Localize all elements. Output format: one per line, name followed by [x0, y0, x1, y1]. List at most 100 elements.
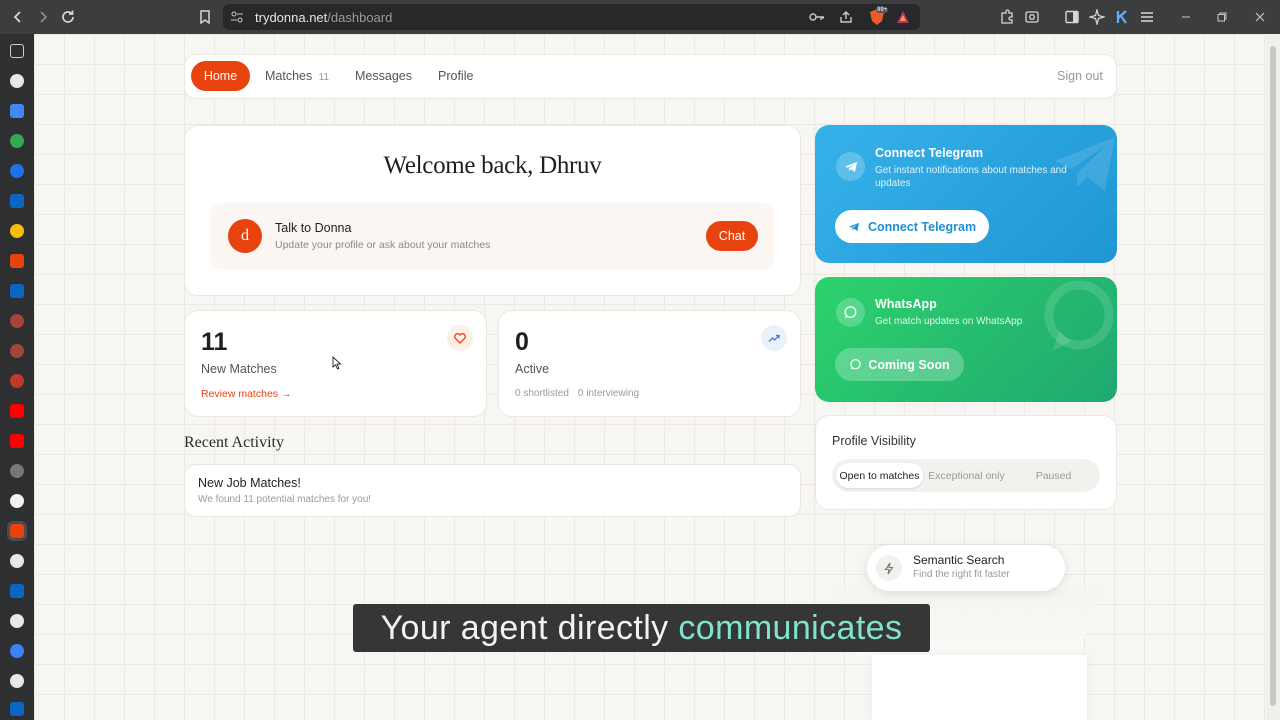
donna-icon[interactable] — [10, 254, 24, 268]
lightning-icon — [876, 555, 902, 581]
browser-toolbar: trydonna.net/dashboard 99+ — [0, 0, 1280, 34]
app-icon[interactable] — [10, 494, 24, 508]
linkedin-icon[interactable] — [10, 584, 24, 598]
activity-item[interactable] — [184, 464, 801, 517]
profile-visibility-title: Profile Visibility — [832, 434, 916, 448]
donna-avatar: d — [228, 219, 262, 253]
nav-matches-label: Matches — [265, 69, 313, 83]
recent-activity-heading: Recent Activity — [184, 434, 284, 451]
address-bar[interactable]: trydonna.net/dashboard 99+ — [223, 4, 920, 30]
url-path: /dashboard — [327, 10, 393, 25]
whatsapp-small-icon — [850, 359, 862, 370]
donna-icon[interactable] — [7, 521, 27, 541]
app-icon[interactable] — [10, 464, 24, 478]
telegram-title: Connect Telegram — [875, 146, 984, 160]
extension-k-icon[interactable] — [1114, 9, 1130, 25]
nav-profile-tab[interactable]: Profile — [438, 69, 473, 83]
active-label: Active — [515, 362, 550, 376]
brave-shield-icon[interactable]: 99+ — [868, 7, 889, 26]
talk-title: Talk to Donna — [275, 221, 352, 235]
heart-icon — [447, 325, 473, 351]
semantic-search-subtitle: Find the right fit faster — [913, 569, 1010, 580]
app-icon[interactable] — [10, 314, 24, 328]
semantic-search-title: Semantic Search — [913, 553, 1005, 567]
browser-sidebar — [0, 34, 34, 720]
telegram-icon — [836, 152, 865, 181]
youtube-icon[interactable] — [10, 404, 24, 418]
new-matches-label: New Matches — [201, 362, 277, 376]
talk-to-donna-panel[interactable] — [211, 203, 774, 269]
github-icon[interactable] — [10, 74, 24, 88]
welcome-title: Welcome back, Dhruv — [383, 152, 602, 179]
linkedin-icon[interactable] — [10, 194, 24, 208]
whatsapp-card — [815, 277, 1117, 402]
nav-matches-tab[interactable]: Matches 11 — [265, 69, 329, 83]
activity-item-subtitle: We found 11 potential matches for you! — [198, 494, 372, 505]
whatsapp-subtitle: Get match updates on WhatsApp — [875, 316, 1023, 327]
visibility-option-paused[interactable]: Paused — [1010, 463, 1097, 488]
pipeline-stats: 0 shortlisted 0 interviewing — [515, 388, 639, 399]
app-icon[interactable] — [10, 644, 24, 658]
google-drive-icon[interactable] — [10, 224, 24, 238]
restore-icon[interactable] — [1214, 9, 1230, 25]
screenshot-icon[interactable] — [1024, 9, 1040, 25]
linkedin-icon[interactable] — [10, 284, 24, 298]
nav-messages-tab[interactable]: Messages — [355, 69, 412, 83]
new-matches-count: 11 — [201, 328, 228, 356]
minimize-icon[interactable] — [1178, 9, 1194, 25]
github-icon[interactable] — [10, 554, 24, 568]
caption-highlight: communicates — [678, 609, 903, 647]
whatsapp-icon — [836, 298, 865, 327]
nav-matches-count: 11 — [318, 72, 330, 83]
sign-out-link[interactable]: Sign out — [1057, 69, 1103, 83]
activity-item-title: New Job Matches! — [198, 476, 301, 490]
share-icon[interactable] — [838, 9, 854, 25]
app-icon[interactable] — [10, 374, 24, 388]
caption-text: Your agent directly — [380, 609, 679, 647]
brave-badge: 99+ — [876, 7, 889, 13]
back-icon[interactable] — [8, 7, 28, 27]
review-matches-link[interactable]: Review matches → — [201, 388, 291, 400]
shortlisted-count: 0 shortlisted — [515, 388, 569, 399]
nav-home-tab[interactable]: Home — [191, 61, 250, 91]
coming-soon-label: Coming Soon — [868, 357, 950, 372]
chat-button[interactable]: Chat — [706, 221, 758, 251]
whatsapp-watermark-icon — [1044, 280, 1114, 351]
mouse-cursor-icon — [332, 355, 342, 375]
site-settings-icon[interactable] — [229, 9, 245, 25]
send-icon — [848, 222, 859, 231]
brave-rewards-icon[interactable] — [895, 9, 911, 25]
close-window-icon[interactable] — [1252, 9, 1268, 25]
connect-telegram-label: Connect Telegram — [867, 219, 977, 234]
youtube-icon[interactable] — [10, 434, 24, 448]
github-icon[interactable] — [10, 614, 24, 628]
url-text: trydonna.net/dashboard — [255, 10, 392, 25]
sidebar-panel-icon[interactable] — [10, 44, 24, 58]
reload-icon[interactable] — [58, 7, 78, 27]
bookmark-icon[interactable] — [195, 7, 215, 27]
globe-icon[interactable] — [10, 164, 24, 178]
extensions-icon[interactable] — [999, 9, 1015, 25]
trending-up-icon — [761, 325, 787, 351]
google-docs-icon[interactable] — [10, 104, 24, 118]
telegram-subtitle: Get instant notifications about matches … — [875, 165, 1067, 189]
linkedin-icon[interactable] — [10, 702, 24, 716]
coming-soon-button[interactable]: Coming Soon — [835, 348, 964, 381]
visibility-option-exceptional[interactable]: Exceptional only — [923, 463, 1010, 488]
menu-icon[interactable] — [1139, 9, 1155, 25]
key-icon[interactable] — [809, 9, 825, 25]
leo-ai-icon[interactable] — [1089, 9, 1105, 25]
box-front-illustration — [872, 655, 1087, 720]
forward-icon[interactable] — [33, 7, 53, 27]
talk-subtitle: Update your profile or ask about your ma… — [275, 239, 491, 251]
connect-telegram-button[interactable]: Connect Telegram — [835, 210, 989, 243]
video-caption: Your agent directly communicates — [353, 604, 930, 652]
visibility-option-open[interactable]: Open to matches — [836, 463, 923, 488]
sidebar-toggle-icon[interactable] — [1064, 9, 1080, 25]
google-photos-icon[interactable] — [10, 134, 24, 148]
url-domain: trydonna.net — [255, 10, 328, 25]
active-count: 0 — [515, 328, 529, 356]
app-icon[interactable] — [10, 344, 24, 358]
github-icon[interactable] — [10, 674, 24, 688]
scrollbar-thumb[interactable] — [1270, 46, 1276, 706]
